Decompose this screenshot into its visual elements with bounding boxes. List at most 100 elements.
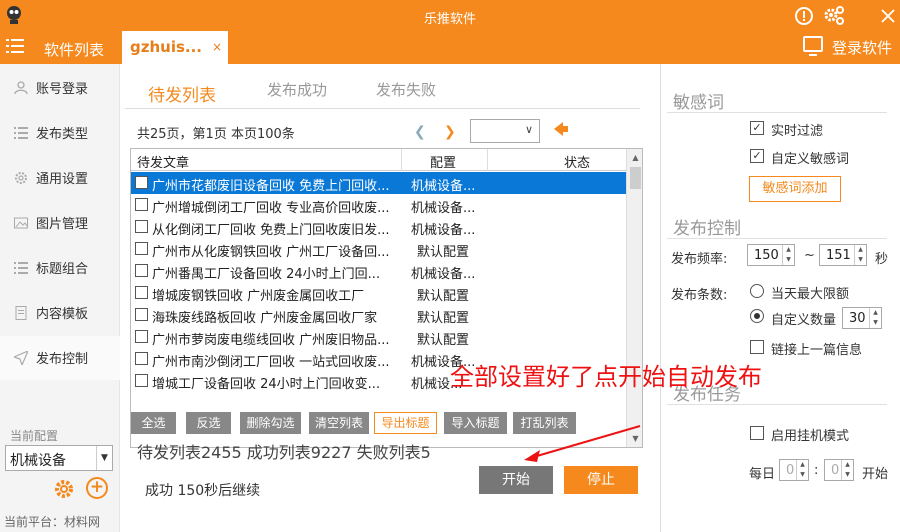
page-select[interactable]: ∨ — [470, 119, 540, 143]
sensitive-words-title: 敏感词 — [673, 93, 724, 113]
table-scrollbar[interactable]: ▲ ▼ — [626, 149, 642, 447]
table-row[interactable]: 增城废钢铁回收 广州废金属回收工厂 默认配置 — [131, 282, 626, 304]
page-info: 共25页，第1页 本页100条 — [137, 127, 295, 142]
row-checkbox[interactable] — [135, 286, 148, 299]
frequency-max-stepper[interactable]: 151 ▲ ▼ — [819, 244, 867, 266]
column-header-status[interactable]: 状态 — [564, 152, 590, 171]
table-row[interactable]: 广州番禺工厂设备回收 24小时上门回... 机械设备... — [131, 260, 626, 282]
row-checkbox[interactable] — [135, 352, 148, 365]
close-icon[interactable] — [876, 4, 900, 28]
row-title: 广州市从化废钢铁回收 广州工厂设备回... — [152, 245, 390, 260]
delete-checked-button[interactable]: 删除勾选 — [240, 412, 301, 434]
column-header-article[interactable]: 待发文章 — [137, 152, 189, 171]
table-row[interactable]: 广州增城倒闭工厂回收 专业高价回收废... 机械设备... — [131, 194, 626, 216]
info-icon[interactable] — [792, 4, 816, 28]
list-icon — [14, 261, 28, 275]
tab-gzhuis[interactable]: gzhuis... × — [122, 31, 228, 64]
stepper-buttons[interactable]: ▲ ▼ — [782, 245, 794, 265]
pending-articles-table: 待发文章 配置 状态 广州市花都废旧设备回收 免费上门回收... 机械设备...… — [130, 148, 643, 448]
realtime-filter-checkbox[interactable]: ✓ — [750, 121, 764, 135]
custom-count-radio[interactable] — [750, 309, 764, 323]
sidebar-item-image-management[interactable]: 图片管理 — [0, 201, 120, 245]
link-previous-label: 链接上一篇信息 — [771, 343, 863, 358]
sidebar-item-label: 通用设置 — [36, 172, 89, 187]
menu-icon[interactable] — [6, 38, 24, 56]
tab-close-icon[interactable]: × — [212, 40, 222, 54]
settings-icon[interactable] — [822, 4, 846, 28]
tab-publish-success[interactable]: 发布成功 — [267, 79, 327, 100]
tab-publish-failed[interactable]: 发布失败 — [376, 79, 436, 100]
scroll-up-icon[interactable]: ▲ — [627, 149, 642, 166]
current-config-value: 机械设备 — [10, 453, 66, 469]
hangup-mode-checkbox[interactable] — [750, 426, 764, 440]
software-list-label[interactable]: 软件列表 — [44, 39, 104, 60]
custom-sensitive-checkbox[interactable]: ✓ — [750, 149, 764, 163]
export-titles-button[interactable]: 导出标题 — [374, 412, 437, 434]
import-titles-button[interactable]: 导入标题 — [444, 412, 507, 434]
sidebar-item-label: 账号登录 — [36, 82, 89, 97]
chevron-right-icon[interactable]: ❯ — [444, 124, 456, 140]
row-checkbox[interactable] — [135, 242, 148, 255]
link-previous-checkbox[interactable] — [750, 340, 764, 354]
sidebar-item-label: 内容模板 — [36, 307, 89, 322]
gear-icon — [14, 171, 28, 185]
section-divider — [667, 238, 887, 239]
hangup-mode-label: 启用挂机模式 — [771, 429, 850, 444]
list-icon — [14, 126, 28, 140]
sidebar-item-account-login[interactable]: 账号登录 — [0, 66, 120, 110]
daily-max-radio[interactable] — [750, 284, 764, 298]
login-button[interactable]: 登录软件 — [832, 37, 892, 58]
hour-stepper[interactable]: 0 ▲ ▼ — [779, 459, 809, 481]
start-button[interactable]: 开始 — [479, 466, 553, 494]
row-checkbox[interactable] — [135, 264, 148, 277]
row-title: 增城工厂设备回收 24小时上门回收变... — [152, 377, 381, 392]
column-header-config[interactable]: 配置 — [430, 152, 456, 171]
sidebar-item-publish-type[interactable]: 发布类型 — [0, 111, 120, 155]
row-title: 广州番禺工厂设备回收 24小时上门回... — [152, 267, 381, 282]
table-row[interactable]: 海珠废线路板回收 广州废金属回收厂家 默认配置 — [131, 304, 626, 326]
row-checkbox[interactable] — [135, 374, 148, 387]
stop-button[interactable]: 停止 — [564, 466, 638, 494]
annotation-text: 全部设置好了点开始自动发布 — [450, 363, 762, 391]
add-sensitive-button[interactable]: 敏感词添加 — [749, 176, 841, 202]
stepper-buttons[interactable]: ▲ ▼ — [796, 460, 808, 480]
sidebar-item-content-template[interactable]: 内容模板 — [0, 291, 120, 335]
frequency-min-stepper[interactable]: 150 ▲ ▼ — [747, 244, 795, 266]
table-row[interactable]: 广州市从化废钢铁回收 广州工厂设备回... 默认配置 — [131, 238, 626, 260]
row-checkbox[interactable] — [135, 308, 148, 321]
time-separator: : — [814, 463, 819, 478]
go-page-icon[interactable] — [554, 121, 568, 140]
minute-stepper[interactable]: 0 ▲ ▼ — [824, 459, 854, 481]
sidebar-item-general-settings[interactable]: 通用设置 — [0, 156, 120, 200]
user-icon — [14, 81, 28, 95]
stepper-buttons[interactable]: ▲ ▼ — [869, 308, 881, 328]
table-row[interactable]: 广州市萝岗废电缆线回收 广州废旧物品... 默认配置 — [131, 326, 626, 348]
sidebar-item-title-combination[interactable]: 标题组合 — [0, 246, 120, 290]
tab-pending-list[interactable]: 待发列表 — [148, 81, 216, 109]
scroll-thumb[interactable] — [630, 167, 641, 189]
chevron-left-icon[interactable]: ❮ — [414, 124, 426, 140]
publish-control-title: 发布控制 — [673, 219, 741, 239]
config-settings-icon[interactable] — [53, 478, 75, 500]
row-checkbox[interactable] — [135, 220, 148, 233]
frequency-label: 发布频率: — [671, 252, 728, 267]
shuffle-list-button[interactable]: 打乱列表 — [513, 412, 576, 434]
document-icon — [14, 306, 28, 320]
stepper-buttons[interactable]: ▲ ▼ — [854, 245, 866, 265]
row-config: 机械设备... — [411, 223, 476, 238]
row-checkbox[interactable] — [135, 330, 148, 343]
table-row[interactable]: 广州市花都废旧设备回收 免费上门回收... 机械设备... — [131, 172, 626, 194]
table-row[interactable]: 从化倒闭工厂回收 免费上门回收废旧发... 机械设备... — [131, 216, 626, 238]
custom-count-stepper[interactable]: 30 ▲ ▼ — [842, 307, 882, 329]
row-checkbox[interactable] — [135, 176, 148, 189]
column-divider — [401, 149, 402, 171]
row-checkbox[interactable] — [135, 198, 148, 211]
sidebar-item-publish-control[interactable]: 发布控制 — [0, 336, 120, 380]
add-config-icon[interactable]: + — [86, 477, 108, 499]
invert-selection-button[interactable]: 反选 — [186, 412, 231, 434]
stepper-buttons[interactable]: ▲ ▼ — [841, 460, 853, 480]
current-config-select[interactable]: 机械设备 ▼ — [5, 445, 113, 471]
select-all-button[interactable]: 全选 — [131, 412, 176, 434]
clear-list-button[interactable]: 清空列表 — [309, 412, 369, 434]
sidebar-item-label: 图片管理 — [36, 217, 89, 232]
